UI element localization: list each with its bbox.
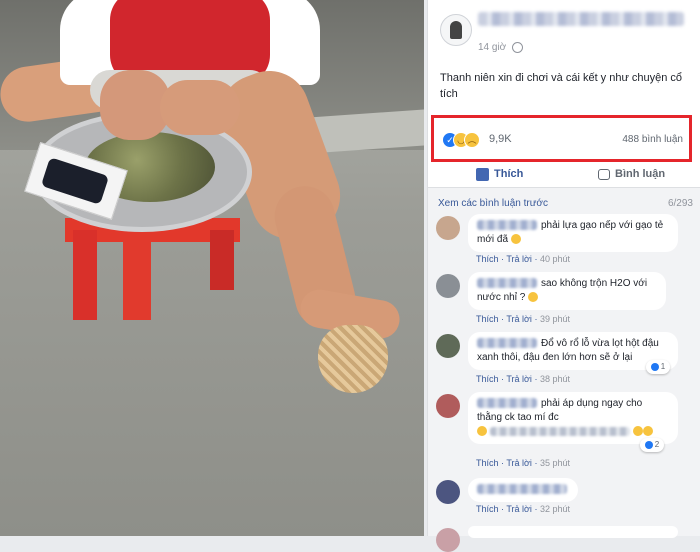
- blurred-text: [489, 426, 630, 436]
- comment-time[interactable]: 35 phút: [540, 458, 570, 468]
- comment-time[interactable]: 39 phút: [540, 314, 570, 324]
- reaction-summary[interactable]: ✓ ◡ ︵ 9,9K 488 bình luận: [431, 115, 692, 162]
- comment-reply-link[interactable]: Trả lời: [506, 504, 532, 514]
- comments-pager: 6/293: [667, 198, 693, 209]
- haha-emoji-icon: [510, 234, 521, 245]
- reaction-count[interactable]: 9,9K: [489, 133, 512, 145]
- commenter-name-blurred[interactable]: [477, 278, 537, 289]
- commenter-name-blurred[interactable]: [477, 220, 537, 231]
- haha-emoji-icon: [632, 426, 643, 437]
- comment-actions: Thích · Trả lời · 40 phút: [476, 254, 570, 264]
- commenter-name-blurred[interactable]: [477, 398, 537, 409]
- view-previous-comments[interactable]: Xem các bình luận trước: [438, 198, 548, 209]
- page-avatar[interactable]: [440, 14, 472, 46]
- post-header: 14 giờ: [428, 0, 700, 62]
- action-bar: Thích Bình luận: [428, 163, 700, 188]
- screen: 14 giờ Thanh niên xin đi chơi và cái kết…: [0, 0, 700, 552]
- comment-actions: Thích · Trả lời · 35 phút: [476, 458, 570, 468]
- comment-reaction-badge[interactable]: 1: [646, 360, 670, 374]
- comment-reaction-count: 1: [660, 362, 666, 371]
- comment-bubble: sao không trộn H2O với nước nhỉ ?: [468, 272, 666, 310]
- globe-icon: [512, 42, 523, 53]
- comment-reply-link[interactable]: Trả lời: [506, 458, 532, 468]
- avatar[interactable]: [436, 274, 460, 298]
- comment-like-link[interactable]: Thích: [476, 504, 499, 514]
- comment-button-label: Bình luận: [615, 168, 666, 180]
- stool-leg: [73, 230, 97, 320]
- comment-reply-link[interactable]: Trả lời: [506, 374, 532, 384]
- comment-like-link[interactable]: Thích: [476, 314, 499, 324]
- thumbs-up-icon: [476, 167, 489, 181]
- like-button-label: Thích: [494, 168, 524, 180]
- slipper: [318, 325, 388, 393]
- comment-actions: Thích · Trả lời · 32 phút: [476, 504, 570, 514]
- post-panel: 14 giờ Thanh niên xin đi chơi và cái kết…: [427, 0, 700, 552]
- commenter-name-blurred[interactable]: [477, 484, 567, 495]
- stool-leg: [123, 240, 151, 320]
- avatar[interactable]: [436, 394, 460, 418]
- comment-count[interactable]: 488 bình luận: [622, 134, 683, 145]
- like-button[interactable]: Thích: [476, 165, 523, 183]
- haha-emoji-icon: [642, 426, 653, 437]
- avatar[interactable]: [436, 216, 460, 240]
- comment-bubble: [468, 526, 678, 538]
- comment-actions: Thích · Trả lời · 39 phút: [476, 314, 570, 324]
- hand: [160, 80, 240, 135]
- post-time[interactable]: 14 giờ: [478, 42, 506, 53]
- stool-leg: [210, 230, 234, 290]
- comment-bubble: phải lựa gạo nếp với gạo tẻ mới đã: [468, 214, 678, 252]
- comment-reaction-badge[interactable]: 2: [640, 438, 664, 452]
- haha-emoji-icon: [477, 426, 487, 437]
- comment-bubble: phải áp dụng ngay cho thằng ck tao mí đc: [468, 392, 678, 444]
- comment-button[interactable]: Bình luận: [598, 165, 665, 183]
- commenter-name-blurred[interactable]: [477, 338, 537, 349]
- post-caption: Thanh niên xin đi chơi và cái kết y như …: [440, 72, 683, 100]
- post-photo[interactable]: [0, 0, 424, 536]
- comment-like-link[interactable]: Thích: [476, 458, 499, 468]
- comment-reply-link[interactable]: Trả lời: [506, 254, 532, 264]
- comment-like-link[interactable]: Thích: [476, 374, 499, 384]
- comment-time[interactable]: 40 phút: [540, 254, 570, 264]
- thinking-emoji-icon: [528, 292, 539, 303]
- comment-reply-link[interactable]: Trả lời: [506, 314, 532, 324]
- comments-section: Xem các bình luận trước 6/293 phải lựa g…: [428, 188, 700, 552]
- reaction-icons: ✓ ◡ ︵: [442, 132, 488, 148]
- avatar-icon: [450, 21, 462, 39]
- avatar[interactable]: [436, 334, 460, 358]
- avatar[interactable]: [436, 528, 460, 552]
- like-reaction-icon: [650, 362, 659, 371]
- like-reaction-icon: [644, 440, 653, 449]
- comment-like-link[interactable]: Thích: [476, 254, 499, 264]
- comment-bubble: [468, 478, 578, 502]
- sad-reaction-icon: ︵: [464, 132, 480, 148]
- comment-bubble-icon: [598, 168, 610, 180]
- page-name-blurred[interactable]: [478, 12, 684, 26]
- comment-time[interactable]: 32 phút: [540, 504, 570, 514]
- comment-time[interactable]: 38 phút: [540, 374, 570, 384]
- comment-reaction-count: 2: [654, 440, 660, 449]
- comment-actions: Thích · Trả lời · 38 phút: [476, 374, 570, 384]
- avatar[interactable]: [436, 480, 460, 504]
